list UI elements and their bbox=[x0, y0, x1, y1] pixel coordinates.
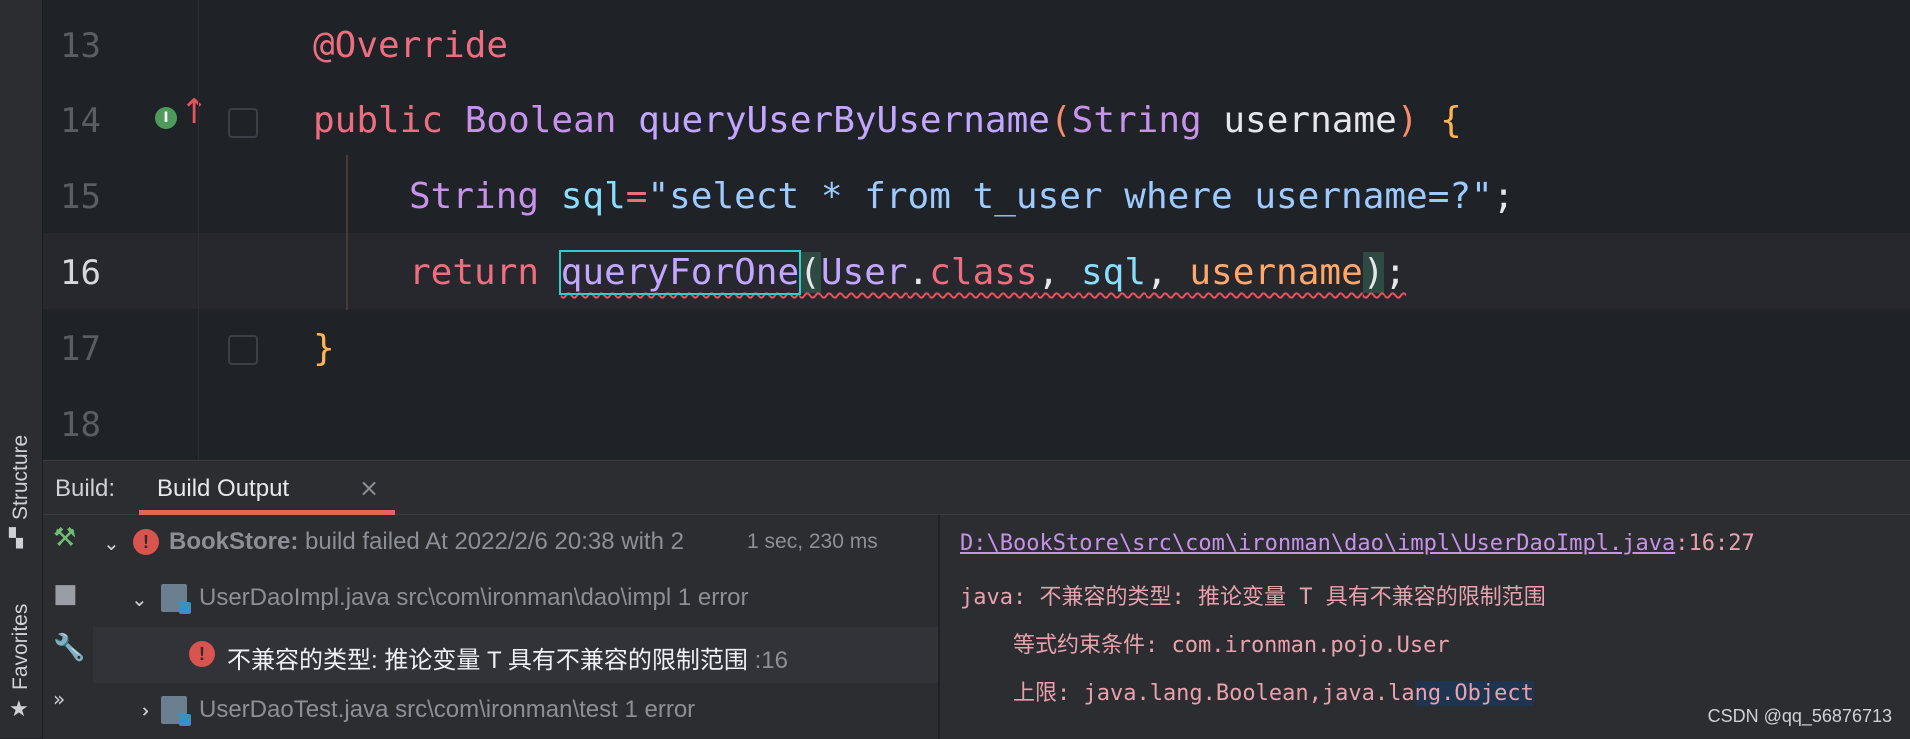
favorites-tab[interactable]: Favorites bbox=[9, 604, 33, 690]
left-tool-strip: Structure ▚ Favorites ★ bbox=[0, 0, 43, 738]
code-line-14: public Boolean queryUserByUsername(Strin… bbox=[313, 83, 1462, 159]
stop-icon[interactable]: ■ bbox=[53, 579, 78, 609]
more-icon[interactable]: » bbox=[53, 687, 65, 711]
tree-row-bookstore[interactable]: ⌄ ! BookStore: build failed At 2022/2/6 … bbox=[93, 515, 938, 571]
hammer-icon[interactable]: ⚒ bbox=[53, 523, 76, 553]
file-detail: src\com\ironman\test 1 error bbox=[395, 696, 696, 723]
paren: ) bbox=[1396, 100, 1419, 141]
chevron-right-icon[interactable]: ⌄ bbox=[129, 703, 154, 720]
code-line-15: String sql="select * from t_user where u… bbox=[409, 159, 1514, 235]
tree-row-error[interactable]: ! 不兼容的类型: 推论变量 T 具有不兼容的限制范围 :16 bbox=[93, 627, 938, 683]
keyword: public bbox=[313, 100, 444, 141]
paren: ) bbox=[1362, 252, 1385, 293]
selected-text: ng.Object bbox=[1414, 681, 1534, 706]
wrench-icon[interactable]: 🔧 bbox=[53, 633, 85, 663]
build-tree: ⌄ ! BookStore: build failed At 2022/2/6 … bbox=[93, 515, 938, 739]
keyword: return bbox=[409, 252, 540, 293]
chevron-down-icon[interactable]: ⌄ bbox=[103, 531, 120, 556]
code-editor[interactable]: 13 14 15 16 17 18 I ↑ @Override public B… bbox=[43, 0, 1910, 460]
chevron-down-icon[interactable]: ⌄ bbox=[131, 587, 148, 612]
tree-row-userdaotest[interactable]: ⌄ UserDaoTest.java src\com\ironman\test … bbox=[93, 683, 938, 739]
console-line-error: java: 不兼容的类型: 推论变量 T 具有不兼容的限制范围 bbox=[960, 585, 1546, 610]
line-number-current: 16 bbox=[60, 253, 101, 293]
gutter: 13 14 15 16 17 18 I ↑ bbox=[43, 0, 258, 460]
upper-bound-text: 上限: java.lang.Boolean,java.la bbox=[960, 681, 1415, 706]
argument: username bbox=[1189, 252, 1363, 293]
file-detail: src\com\ironman\dao\impl 1 error bbox=[396, 584, 749, 611]
semicolon: ; bbox=[1492, 176, 1515, 217]
console-line-constraint: 等式约束条件: com.ironman.pojo.User bbox=[960, 633, 1450, 658]
watermark: CSDN @qq_56876713 bbox=[1707, 706, 1892, 726]
line-number: 14 bbox=[60, 101, 101, 141]
param-name: username bbox=[1223, 100, 1397, 141]
fold-marker-icon[interactable] bbox=[228, 108, 258, 138]
class-keyword: class bbox=[929, 252, 1038, 293]
console-line-path: D:\BookStore\src\com\ironman\dao\impl\Us… bbox=[960, 531, 1755, 556]
gutter-separator bbox=[198, 0, 199, 460]
build-status: build failed At 2022/2/6 20:38 with 2 bbox=[305, 528, 684, 555]
file-name: UserDaoTest.java bbox=[199, 696, 389, 723]
code-line-16: return queryForOne(User.class, sql, user… bbox=[409, 235, 1406, 311]
implements-icon[interactable]: I bbox=[155, 107, 177, 129]
line-number: 18 bbox=[60, 405, 101, 445]
code-line-17: } bbox=[313, 311, 335, 387]
line-number: 17 bbox=[60, 329, 101, 369]
comma: , bbox=[1037, 252, 1081, 293]
error-message: 不兼容的类型: 推论变量 T 具有不兼容的限制范围 bbox=[227, 647, 748, 674]
line-number: 13 bbox=[60, 26, 101, 66]
fold-marker-icon[interactable] bbox=[228, 335, 258, 365]
line-number: 15 bbox=[60, 177, 101, 217]
source-position: :16:27 bbox=[1675, 531, 1755, 556]
console-line-upper-bound: 上限: java.lang.Boolean,java.lang.Object bbox=[960, 675, 1534, 707]
type: Boolean bbox=[464, 100, 617, 141]
string-literal: "select * from t_user where username=?" bbox=[647, 176, 1493, 217]
java-file-icon bbox=[161, 696, 191, 726]
build-duration: 1 sec, 230 ms bbox=[747, 530, 878, 553]
indent-guide bbox=[346, 155, 348, 310]
comma: , bbox=[1146, 252, 1190, 293]
tree-row-userdaoimpl[interactable]: ⌄ UserDaoImpl.java src\com\ironman\dao\i… bbox=[93, 571, 938, 627]
source-link[interactable]: D:\BookStore\src\com\ironman\dao\impl\Us… bbox=[960, 531, 1675, 556]
build-tab-bar: Build: Build Output × bbox=[43, 461, 1910, 515]
close-icon[interactable]: × bbox=[359, 474, 379, 502]
java-file-icon bbox=[161, 584, 191, 614]
star-icon[interactable]: ★ bbox=[9, 697, 29, 722]
paren: ( bbox=[799, 252, 821, 293]
build-toolbar: ⚒ ■ 🔧 » bbox=[43, 515, 87, 739]
error-line: :16 bbox=[754, 647, 788, 674]
semicolon: ; bbox=[1384, 252, 1407, 293]
method-call-error[interactable]: queryForOne bbox=[558, 250, 802, 295]
tab-label: Build Output bbox=[157, 475, 290, 502]
project-name: BookStore: bbox=[169, 528, 299, 555]
argument: sql bbox=[1080, 252, 1146, 293]
brace: } bbox=[313, 328, 335, 369]
brace: { bbox=[1440, 100, 1462, 141]
build-label: Build: bbox=[55, 475, 116, 502]
structure-icon: ▚ bbox=[9, 528, 23, 549]
file-name: UserDaoImpl.java bbox=[199, 584, 390, 611]
code-line-13: @Override bbox=[313, 8, 508, 84]
param-type: String bbox=[1071, 100, 1202, 141]
error-icon: ! bbox=[189, 641, 215, 667]
type: String bbox=[409, 176, 540, 217]
structure-tab[interactable]: Structure bbox=[9, 435, 33, 520]
dot: . bbox=[907, 252, 930, 293]
annotation: @Override bbox=[313, 25, 509, 66]
method-name: queryUserByUsername bbox=[638, 100, 1050, 141]
class-name: User bbox=[820, 252, 908, 293]
error-icon: ! bbox=[133, 529, 159, 555]
variable: sql bbox=[560, 176, 626, 217]
paren: ( bbox=[1049, 100, 1072, 141]
operator: = bbox=[625, 176, 648, 217]
build-tool-window: Build: Build Output × ⚒ ■ 🔧 » ⌄ ! BookSt… bbox=[43, 460, 1910, 739]
override-arrow-icon[interactable]: ↑ bbox=[180, 95, 209, 129]
tab-build-output[interactable]: Build Output × bbox=[139, 461, 395, 515]
